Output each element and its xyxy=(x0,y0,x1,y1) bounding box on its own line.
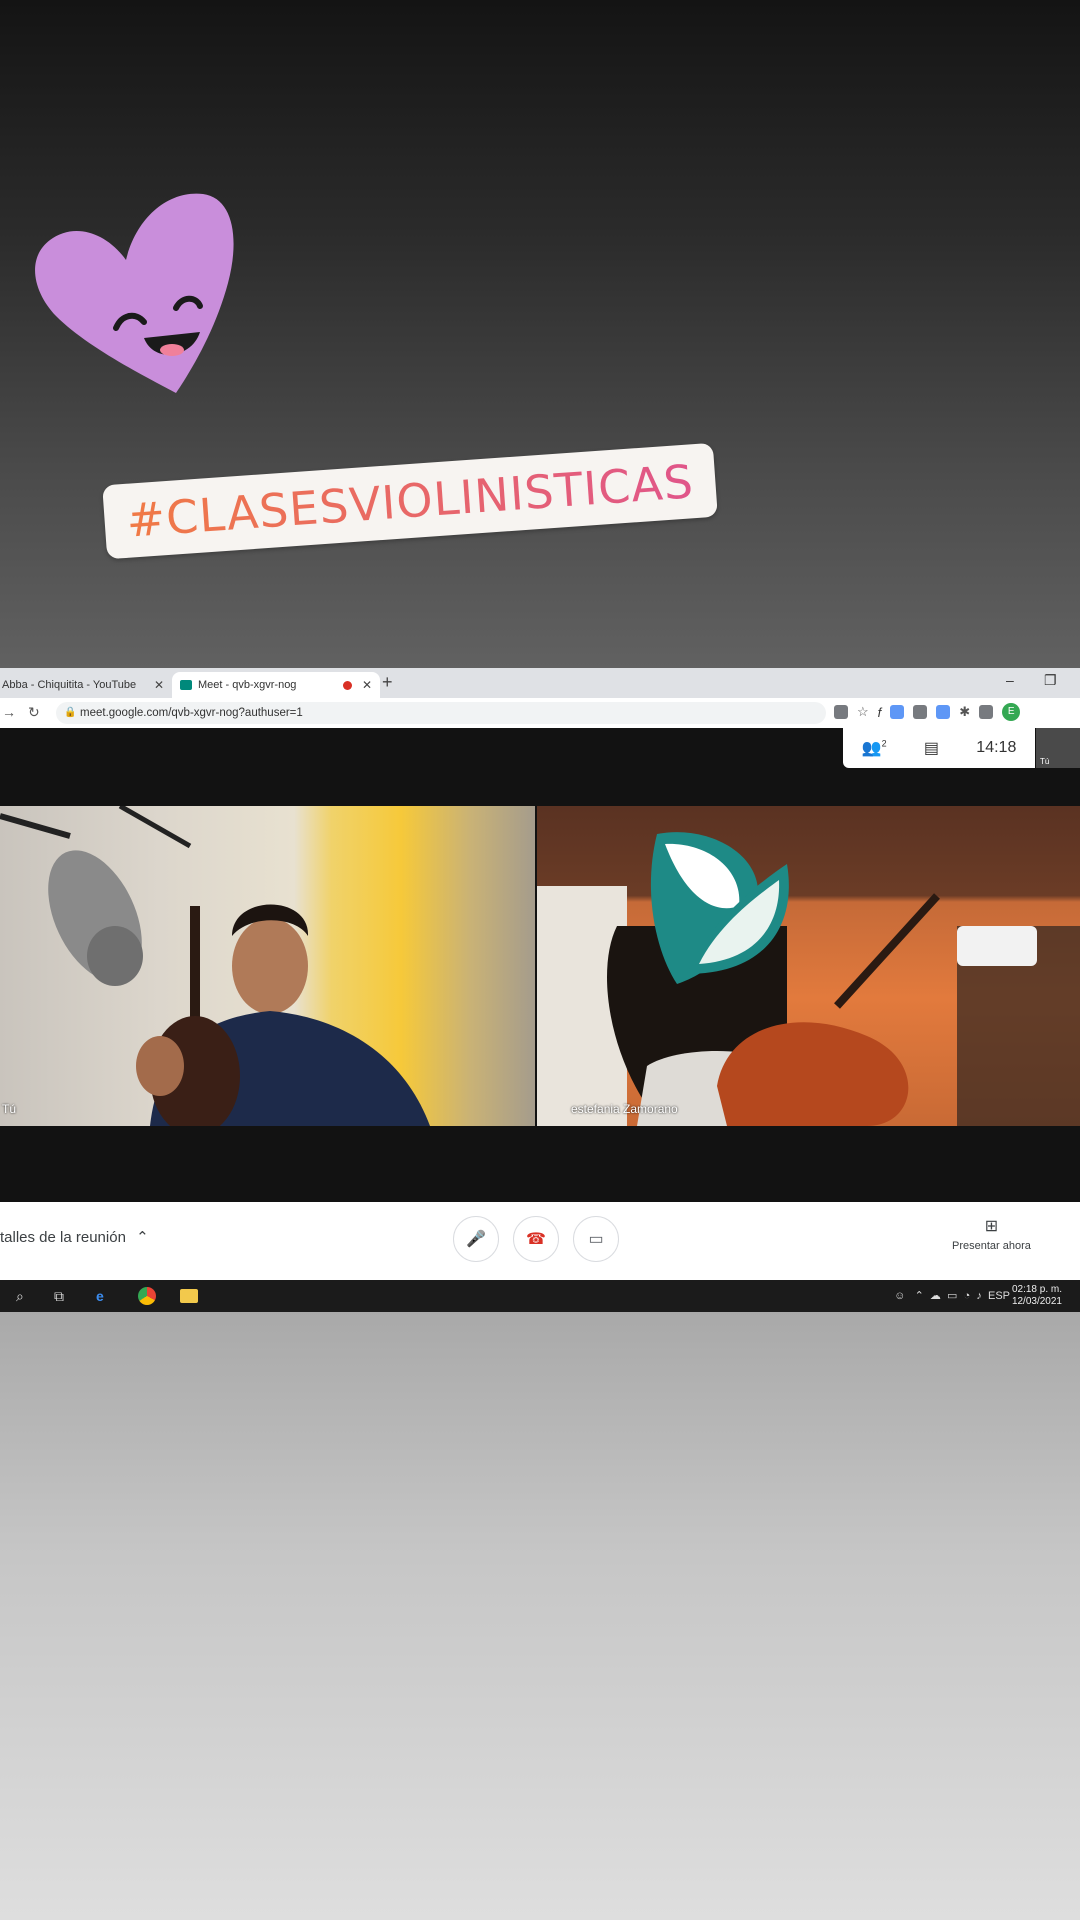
function-icon[interactable]: f xyxy=(878,705,882,720)
forward-arrow-icon[interactable]: → xyxy=(2,704,16,720)
playlist-icon[interactable] xyxy=(979,705,994,719)
people-icon: ☺ xyxy=(894,1290,906,1302)
folder-icon[interactable] xyxy=(180,1286,198,1306)
chat-icon[interactable]: ▤ xyxy=(924,738,939,758)
battery-icon: ▭ xyxy=(947,1290,958,1302)
edge-icon[interactable]: e xyxy=(96,1286,104,1306)
chevron-up-icon: ⌃ xyxy=(914,1290,924,1302)
address-bar-row: → ↻ 🔒 meet.google.com/qvb-xgvr-nog?authu… xyxy=(0,698,1080,729)
tab-meet[interactable]: Meet - qvb-xgvr-nog ✕ xyxy=(172,672,380,698)
extension-icon[interactable] xyxy=(936,705,951,719)
chrome-icon[interactable] xyxy=(138,1286,156,1306)
present-screen-icon: ⊞ xyxy=(984,1218,999,1235)
microphone-icon: 🎤 xyxy=(466,1231,486,1248)
puzzle-icon[interactable]: ✱ xyxy=(959,704,970,720)
new-tab-button[interactable]: + xyxy=(382,672,393,693)
meet-favicon-icon xyxy=(180,680,192,690)
self-thumbnail[interactable]: Tú xyxy=(1036,728,1080,768)
tab-meet-label: Meet - qvb-xgvr-nog xyxy=(198,679,297,691)
taskbar-clock[interactable]: 02:18 p. m. 12/03/2021 xyxy=(1012,1284,1062,1308)
wifi-icon: ◔ xyxy=(963,1290,971,1302)
video-label-participant: estefania Zamorano xyxy=(571,1102,678,1116)
taskbar-date: 12/03/2021 xyxy=(1011,1296,1062,1307)
screenshot-icon[interactable] xyxy=(913,705,928,719)
video-tile-self[interactable]: Tú xyxy=(0,806,535,1126)
present-now-button[interactable]: ⊞ Presentar ahora xyxy=(952,1216,1031,1252)
taskbar-time: 02:18 p. m. xyxy=(1011,1284,1062,1295)
restore-button[interactable]: ❐ xyxy=(1044,672,1057,689)
url-field[interactable]: 🔒 meet.google.com/qvb-xgvr-nog?authuser=… xyxy=(56,702,826,724)
present-now-label: Presentar ahora xyxy=(952,1240,1031,1252)
close-icon[interactable]: ✕ xyxy=(362,678,372,692)
meet-clock: 14:18 xyxy=(976,739,1017,756)
search-icon[interactable]: ⌕ xyxy=(16,1286,24,1306)
video-tile-participant[interactable]: estefania Zamorano xyxy=(537,806,1080,1126)
microphone-button[interactable]: 🎤 xyxy=(453,1216,499,1262)
meeting-details-label: talles de la reunión xyxy=(0,1229,126,1246)
participants-count: 2 xyxy=(881,738,887,749)
meet-screenshot: Abba - Chiquitita - YouTube ✕ Meet - qvb… xyxy=(0,668,1080,1312)
meet-controls: talles de la reunión ⌃ 🎤 ☎ ▭ ⊞ Presentar… xyxy=(0,1202,1080,1280)
video-camera-icon: ▭ xyxy=(588,1231,604,1248)
profile-avatar[interactable]: E xyxy=(1002,703,1021,721)
story-background-bottom xyxy=(0,1312,1080,1920)
task-view-icon[interactable]: ⧉ xyxy=(54,1286,64,1306)
participants-button[interactable]: 👥2 xyxy=(862,738,887,758)
tab-youtube[interactable]: Abba - Chiquitita - YouTube ✕ xyxy=(0,672,172,698)
participant-image xyxy=(537,832,1080,1126)
self-thumb-label: Tú xyxy=(1040,757,1050,766)
hang-up-button[interactable]: ☎ xyxy=(513,1216,559,1262)
minimize-button[interactable]: – xyxy=(1006,672,1014,688)
chevron-up-icon: ⌃ xyxy=(136,1229,149,1246)
close-icon[interactable]: ✕ xyxy=(154,678,164,692)
hang-up-icon: ☎ xyxy=(526,1231,546,1248)
tab-youtube-label: Abba - Chiquitita - YouTube xyxy=(2,679,137,691)
meet-top-bar: 👥2 ▤ 14:18 xyxy=(843,728,1035,768)
star-icon[interactable]: ☆ xyxy=(857,704,869,720)
system-tray[interactable]: ☺ ⌃ ☁ ▭ ◔ ♪ ESP xyxy=(894,1289,1010,1302)
cloud-icon: ☁ xyxy=(929,1290,941,1302)
meet-stage: 👥2 ▤ 14:18 Tú Tú estefania Zamorano xyxy=(0,728,1080,1202)
url-text: meet.google.com/qvb-xgvr-nog?authuser=1 xyxy=(80,707,303,719)
recording-dot-icon xyxy=(343,680,352,690)
lock-icon: 🔒 xyxy=(64,707,77,718)
happy-heart-sticker xyxy=(35,193,234,393)
meeting-details-button[interactable]: talles de la reunión ⌃ xyxy=(0,1228,149,1246)
extension-icons: ☆ f ✱ E xyxy=(834,703,1021,721)
microphone-image xyxy=(0,806,430,1126)
language-indicator: ESP xyxy=(987,1290,1010,1302)
windows-taskbar: ⌕ ⧉ e ☺ ⌃ ☁ ▭ ◔ ♪ ESP 02:18 p. m. 12/03/… xyxy=(0,1280,1080,1312)
camera-icon[interactable] xyxy=(834,705,848,719)
camera-button[interactable]: ▭ xyxy=(573,1216,619,1262)
extension-icon[interactable] xyxy=(890,705,905,719)
volume-icon: ♪ xyxy=(976,1290,982,1302)
reload-icon[interactable]: ↻ xyxy=(28,704,40,721)
browser-tab-bar: Abba - Chiquitita - YouTube ✕ Meet - qvb… xyxy=(0,668,1080,698)
video-label-self: Tú xyxy=(2,1102,17,1116)
